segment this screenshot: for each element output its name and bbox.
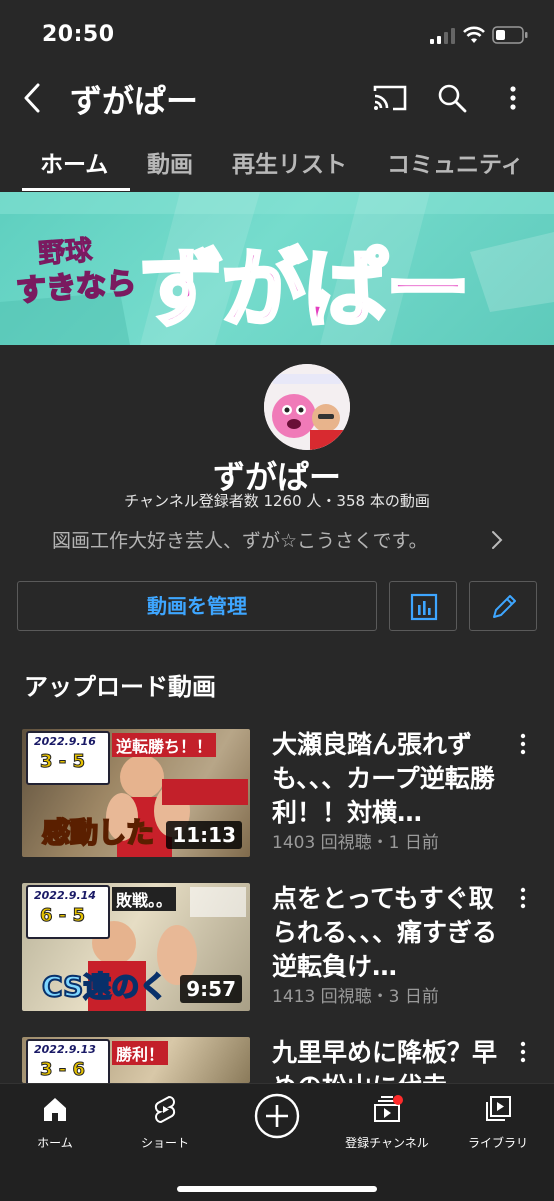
battery-icon: [492, 26, 528, 44]
pencil-icon: [493, 595, 516, 618]
analytics-icon: [410, 593, 438, 621]
thumbnail-banner-text: 敗戦。。: [112, 887, 177, 911]
analytics-button[interactable]: [389, 581, 457, 631]
back-arrow-icon[interactable]: [18, 80, 48, 116]
banner-main-text: ずがぱー: [138, 238, 472, 340]
nav-subscriptions-label: 登録チャンネル: [345, 1136, 429, 1150]
manage-videos-button[interactable]: 動画を管理: [17, 581, 377, 631]
video-more-icon[interactable]: [516, 732, 530, 756]
tab-community[interactable]: コミュニティ: [387, 145, 524, 179]
tab-videos[interactable]: 動画: [147, 145, 193, 179]
video-duration: 9:57: [180, 975, 242, 1003]
thumbnail-caption: 感動した: [41, 815, 155, 850]
header-title: ずがぱー: [70, 82, 199, 120]
thumbnail-score: 3 - 5: [39, 751, 86, 773]
create-icon: [254, 1093, 300, 1139]
cast-icon[interactable]: [372, 83, 408, 113]
video-title[interactable]: 九里早めに降板？早めの松山に代走: [272, 1036, 504, 1083]
video-duration: 11:13: [166, 821, 242, 849]
nav-library-label: ライブラリ: [467, 1136, 528, 1150]
video-thumbnail[interactable]: 2022.9.14 6 - 5 敗戦。。 CS遠のく 9:57: [22, 883, 250, 1011]
video-title[interactable]: 大瀬良踏ん張れずも、、、カープ逆転勝利！！対横…: [272, 728, 504, 830]
more-vert-icon[interactable]: [500, 82, 526, 114]
video-meta: 1413 回視聴・3 日前: [272, 987, 439, 1007]
nav-home[interactable]: ホーム: [5, 1094, 105, 1151]
video-more-icon[interactable]: [516, 1040, 530, 1064]
thumbnail-date: 2022.9.16: [34, 735, 96, 748]
video-thumbnail[interactable]: 2022.9.16 3 - 5 逆転勝ち！！ 感動した 11:13: [22, 729, 250, 857]
manage-videos-label: 動画を管理: [147, 594, 247, 618]
edit-channel-button[interactable]: [469, 581, 537, 631]
home-indicator: [177, 1186, 377, 1192]
subscriptions-icon: [374, 1095, 403, 1122]
nav-shorts[interactable]: ショート: [115, 1094, 215, 1151]
video-meta: 1403 回視聴・1 日前: [272, 833, 439, 853]
thumbnail-date-card: 2022.9.13 3 - 6: [26, 1039, 110, 1083]
nav-subscriptions[interactable]: 登録チャンネル: [337, 1094, 437, 1151]
shorts-icon: [154, 1095, 176, 1124]
channel-description[interactable]: 図画工作大好き芸人、ずが☆こうさくです。: [52, 526, 428, 553]
wifi-icon: [463, 26, 485, 43]
thumbnail-caption: CS遠のく: [41, 969, 168, 1004]
nav-create[interactable]: [227, 1092, 327, 1144]
channel-tabs: ホーム 動画 再生リスト コミュニティ: [0, 140, 554, 192]
thumbnail-date-card: 2022.9.14 6 - 5: [26, 885, 110, 939]
thumbnail-date: 2022.9.14: [34, 889, 96, 902]
tab-playlists[interactable]: 再生リスト: [232, 145, 347, 179]
tab-home[interactable]: ホーム: [40, 145, 108, 179]
search-icon[interactable]: [436, 82, 468, 114]
cellular-signal-icon: [430, 28, 455, 44]
nav-home-label: ホーム: [37, 1136, 73, 1150]
video-more-icon[interactable]: [516, 886, 530, 910]
library-icon: [486, 1096, 511, 1121]
thumbnail-date-card: 2022.9.16 3 - 5: [26, 731, 110, 785]
chevron-right-icon[interactable]: [490, 528, 504, 552]
thumbnail-banner-text: 逆転勝ち！！: [112, 733, 217, 757]
banner-text-2: すきなら: [14, 265, 138, 310]
bottom-navigation: ホーム ショート 登録チャンネル ライブラリ: [0, 1083, 554, 1201]
thumbnail-score: 3 - 6: [39, 1059, 86, 1081]
thumbnail-date: 2022.9.13: [34, 1043, 96, 1056]
thumbnail-banner-text: 勝利！: [112, 1041, 169, 1065]
video-thumbnail[interactable]: 2022.9.13 3 - 6 勝利！: [22, 1037, 250, 1083]
uploads-section-title: アップロード動画: [24, 673, 216, 701]
thumbnail-score: 6 - 5: [39, 905, 86, 927]
nav-library[interactable]: ライブラリ: [448, 1094, 548, 1151]
home-icon: [44, 1098, 66, 1121]
channel-avatar[interactable]: [264, 364, 350, 450]
channel-meta: チャンネル登録者数 1260 人・358 本の動画: [124, 492, 430, 510]
nav-shorts-label: ショート: [140, 1136, 189, 1150]
video-title[interactable]: 点をとってもすぐ取られる、、、痛すぎる逆転負け…: [272, 882, 504, 984]
status-time: 20:50: [42, 22, 115, 47]
active-tab-indicator: [22, 188, 130, 191]
